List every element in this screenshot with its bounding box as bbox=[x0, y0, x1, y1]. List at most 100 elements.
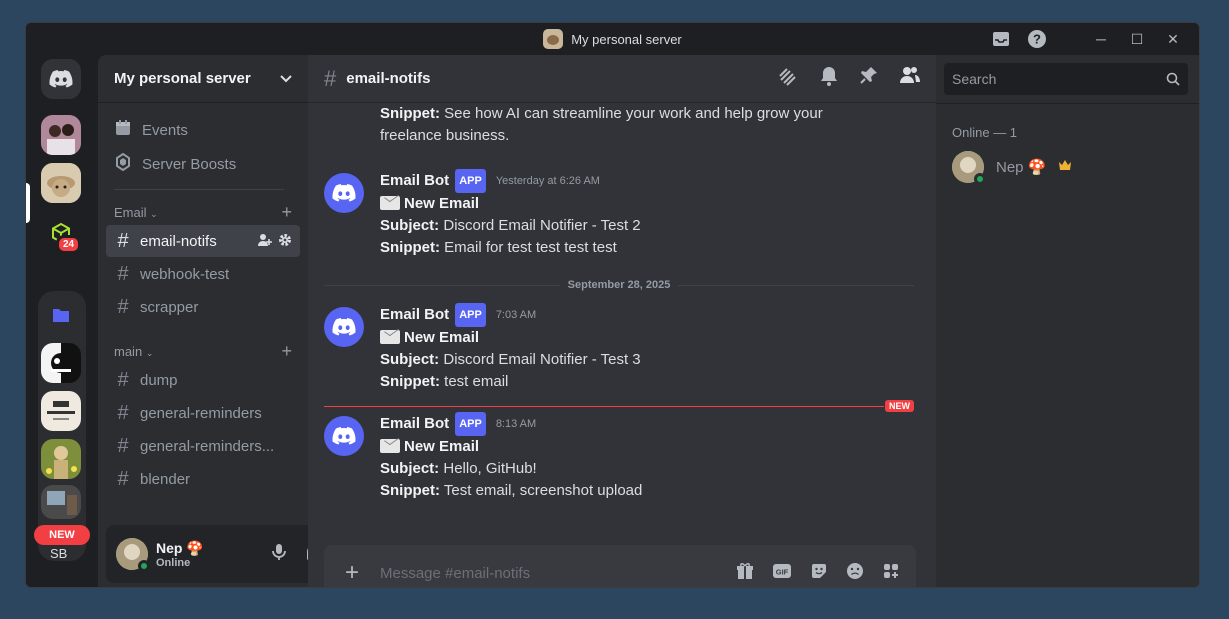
message-author[interactable]: Email Bot bbox=[380, 170, 449, 192]
gear-icon[interactable] bbox=[278, 233, 292, 250]
app-tag: APP bbox=[455, 169, 486, 193]
user-status: Online bbox=[156, 556, 191, 569]
pin-icon[interactable] bbox=[860, 66, 878, 91]
subject-label: Subject: bbox=[380, 351, 440, 368]
message-list: Snippet: See how AI can streamline your … bbox=[308, 103, 936, 521]
hash-icon: # bbox=[117, 434, 129, 457]
chevron-down-icon: ⌄ bbox=[150, 208, 158, 219]
channel-sidebar: My personal server Events Server Boosts … bbox=[98, 55, 372, 587]
help-icon[interactable]: ? bbox=[1019, 23, 1055, 55]
apps-icon[interactable] bbox=[882, 562, 900, 585]
emoji-icon[interactable] bbox=[846, 562, 864, 585]
message-partial: Snippet: See how AI can streamline your … bbox=[324, 103, 914, 147]
boost-icon bbox=[114, 152, 132, 175]
gif-icon[interactable]: GIF bbox=[772, 562, 792, 585]
new-servers-badge[interactable]: NEW bbox=[34, 525, 90, 545]
message-timestamp: Yesterday at 6:26 AM bbox=[495, 175, 600, 187]
channel-general-reminders-2[interactable]: # general-reminders... bbox=[106, 430, 300, 462]
message-item: Email Bot APP 8:13 AM New Email Subject:… bbox=[324, 412, 914, 502]
mention-badge: 24 bbox=[56, 235, 82, 254]
server-my-personal-server[interactable] bbox=[41, 163, 81, 203]
message-title: New Email bbox=[404, 438, 480, 455]
snippet-text: test email bbox=[444, 373, 509, 390]
inbox-icon[interactable] bbox=[983, 23, 1019, 55]
category-label: Email bbox=[114, 204, 147, 220]
chevron-down-icon: ⌄ bbox=[145, 347, 154, 358]
sidebar-item-server-boosts[interactable]: Server Boosts bbox=[106, 147, 300, 181]
subject-text: Discord Email Notifier - Test 3 bbox=[443, 351, 641, 368]
folder-icon[interactable] bbox=[41, 295, 81, 335]
search-input[interactable] bbox=[952, 71, 1166, 87]
snippet-label: Snippet: bbox=[380, 105, 440, 122]
bot-avatar[interactable] bbox=[324, 307, 364, 347]
gift-icon[interactable] bbox=[736, 562, 754, 585]
app-tag: APP bbox=[455, 412, 486, 436]
svg-text:GIF: GIF bbox=[776, 567, 789, 576]
message-item: Email Bot APP Yesterday at 6:26 AM New E… bbox=[324, 169, 914, 259]
app-tag: APP bbox=[455, 303, 486, 327]
server-avatar-throwpalace[interactable] bbox=[41, 391, 81, 431]
member-item[interactable]: Nep 🍄 bbox=[952, 151, 1072, 185]
channel-blender[interactable]: # blender bbox=[106, 463, 300, 495]
server-avatar-couple[interactable] bbox=[41, 115, 81, 155]
message-author[interactable]: Email Bot bbox=[380, 413, 449, 435]
avatar bbox=[952, 151, 986, 185]
channel-general-reminders[interactable]: # general-reminders bbox=[106, 397, 300, 429]
server-avatar-monokuma[interactable] bbox=[41, 343, 81, 383]
member-list-icon[interactable] bbox=[900, 66, 920, 91]
category-email[interactable]: Email ⌄ + bbox=[98, 200, 308, 224]
hash-icon: # bbox=[117, 229, 129, 252]
app-window: My personal server ? ─ ☐ ✕ 24 NEW SB My … bbox=[25, 22, 1200, 588]
message-timestamp: 7:03 AM bbox=[495, 309, 537, 321]
message-item: Email Bot APP 7:03 AM New Email Subject:… bbox=[324, 303, 914, 393]
snippet-text: Test email, screenshot upload bbox=[443, 482, 643, 499]
online-status-dot bbox=[138, 560, 150, 572]
add-channel-icon[interactable]: + bbox=[281, 341, 292, 362]
hash-icon: # bbox=[117, 295, 129, 318]
window-title: My personal server bbox=[571, 31, 682, 47]
subject-text: Discord Email Notifier - Test 2 bbox=[443, 217, 641, 234]
subject-label: Subject: bbox=[380, 217, 440, 234]
snippet-text: See how AI can streamline your work and … bbox=[380, 105, 823, 144]
chevron-down-icon bbox=[280, 74, 292, 82]
category-main[interactable]: main ⌄ + bbox=[98, 339, 308, 363]
envelope-icon bbox=[380, 196, 400, 210]
channel-email-notifs[interactable]: # email-notifs bbox=[106, 225, 300, 257]
hash-icon: # bbox=[324, 65, 337, 91]
snippet-label: Snippet: bbox=[380, 239, 440, 256]
hash-icon: # bbox=[117, 368, 129, 391]
snippet-label: Snippet: bbox=[380, 482, 440, 499]
direct-messages-button[interactable] bbox=[41, 59, 81, 99]
subject-label: Subject: bbox=[380, 460, 440, 477]
add-channel-icon[interactable]: + bbox=[281, 202, 292, 223]
server-avatar-room[interactable] bbox=[41, 485, 81, 519]
server-header[interactable]: My personal server bbox=[98, 55, 308, 103]
bot-avatar[interactable] bbox=[324, 173, 364, 213]
sticker-icon[interactable] bbox=[810, 562, 828, 585]
chat-area: # email-notifs Snippet: See how AI can s… bbox=[308, 55, 936, 587]
attach-plus-icon[interactable]: + bbox=[340, 559, 364, 587]
sidebar-item-label: Events bbox=[142, 121, 188, 139]
server-avatar-flowers[interactable] bbox=[41, 439, 81, 479]
invite-icon[interactable] bbox=[258, 233, 272, 250]
microphone-icon[interactable] bbox=[272, 543, 286, 566]
message-input[interactable]: Message #email-notifs bbox=[380, 565, 736, 582]
channel-scrapper[interactable]: # scrapper bbox=[106, 291, 300, 323]
message-author[interactable]: Email Bot bbox=[380, 304, 449, 326]
close-icon[interactable]: ✕ bbox=[1155, 23, 1191, 55]
sidebar-item-events[interactable]: Events bbox=[106, 113, 300, 147]
subject-text: Hello, GitHub! bbox=[443, 460, 537, 477]
search-box[interactable] bbox=[944, 63, 1188, 95]
bot-avatar[interactable] bbox=[324, 416, 364, 456]
partial-server-label: SB bbox=[50, 547, 68, 559]
snippet-text: Email for test test test test bbox=[444, 239, 617, 256]
threads-icon[interactable] bbox=[778, 66, 798, 91]
avatar[interactable] bbox=[116, 538, 150, 572]
channel-webhook-test[interactable]: # webhook-test bbox=[106, 258, 300, 290]
bell-icon[interactable] bbox=[820, 66, 838, 91]
hash-icon: # bbox=[117, 467, 129, 490]
minimize-icon[interactable]: ─ bbox=[1083, 23, 1119, 55]
maximize-icon[interactable]: ☐ bbox=[1119, 23, 1155, 55]
member-list-panel: Online — 1 Nep 🍄 bbox=[936, 55, 1199, 587]
channel-dump[interactable]: # dump bbox=[106, 364, 300, 396]
